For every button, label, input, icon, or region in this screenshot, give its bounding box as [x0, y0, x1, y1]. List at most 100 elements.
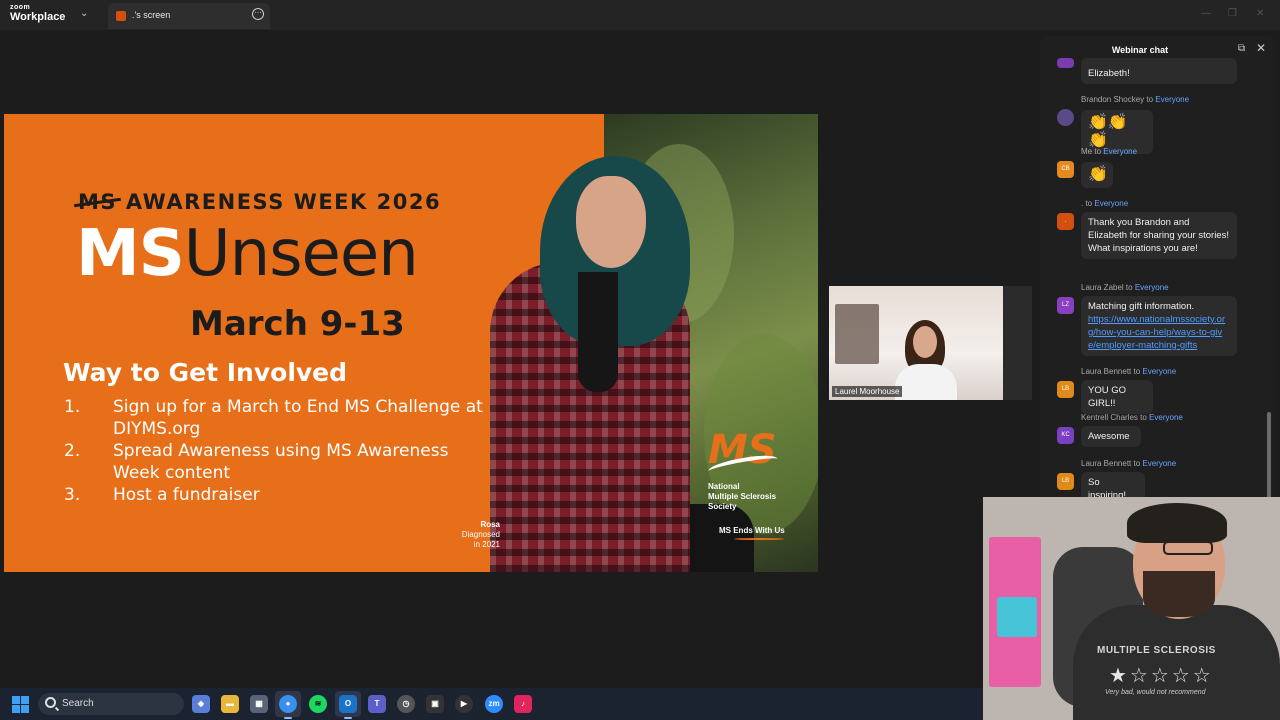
to-label: to: [1144, 95, 1156, 104]
message-text: Elizabeth!: [1088, 68, 1130, 79]
event-dates: March 9-13: [190, 304, 405, 344]
tab-title: .'s screen: [132, 10, 171, 20]
to-label: to: [1123, 283, 1135, 292]
close-icon[interactable]: ✕: [1256, 41, 1266, 55]
awareness-ms: MS: [78, 190, 118, 214]
person-figure: [578, 272, 618, 392]
taskbar: Search ◆ ▬ ▦ ● ≋ O T ◷ ▣ ▶ zm ♪: [0, 688, 983, 720]
avatar-initials: LB: [1061, 386, 1070, 392]
to-label: to: [1092, 147, 1104, 156]
caption-line1: Diagnosed: [461, 530, 500, 539]
tagline-underline: [734, 538, 784, 540]
recipient-link[interactable]: Everyone: [1149, 413, 1183, 422]
recipient-link[interactable]: Everyone: [1103, 147, 1137, 156]
step-text: Host a fundraiser: [113, 485, 260, 505]
message-text: 👏👏👏: [1088, 114, 1128, 149]
recipient-link[interactable]: Everyone: [1155, 95, 1189, 104]
restore-icon[interactable]: ❐: [1228, 8, 1237, 19]
chat-message: Thank you Brandon and Elizabeth for shar…: [1081, 212, 1237, 259]
message-sender: Laura Bennett to Everyone: [1081, 459, 1176, 468]
copilot-icon[interactable]: ◆: [192, 695, 210, 713]
windows-start-icon[interactable]: [12, 696, 29, 713]
list-item: 2. Spread Awareness using MS Awareness We…: [64, 440, 484, 484]
sender-name: Me: [1081, 147, 1093, 156]
recipient-link[interactable]: Everyone: [1142, 367, 1176, 376]
running-indicator: [344, 717, 352, 719]
matching-gift-link[interactable]: https://www.nationalmssociety.org/how-yo…: [1088, 314, 1225, 351]
avatar: CB: [1057, 161, 1074, 178]
message-text: YOU GO GIRL!!: [1088, 385, 1127, 409]
caption-line2: in 2021: [473, 540, 500, 549]
sender-name: Laura Bennett: [1081, 459, 1132, 468]
spotify-icon[interactable]: ≋: [309, 695, 327, 713]
ms-society-logo: MS National Multiple Sclerosis Society: [707, 430, 798, 512]
zoom-icon[interactable]: zm: [485, 695, 503, 713]
message-text: Thank you Brandon and Elizabeth for shar…: [1088, 217, 1229, 254]
caption-name: Rosa: [480, 520, 500, 529]
logo-line2: Multiple Sclerosis: [708, 492, 777, 501]
step-text: Spread Awareness using MS Awareness Week…: [113, 441, 449, 483]
slide-title: MSUnseen: [76, 214, 419, 294]
clock-icon[interactable]: ◷: [397, 695, 415, 713]
title-bar: zoom Workplace ⌄ .'s screen ⋯ — ❐ ✕: [0, 0, 1280, 30]
sender-name: Brandon Shockey: [1081, 95, 1145, 104]
avatar: LB: [1057, 473, 1074, 490]
message-sender: Kentrell Charles to Everyone: [1081, 413, 1183, 422]
more-options-icon[interactable]: ⋯: [252, 8, 264, 20]
avatar: LZ: [1057, 297, 1074, 314]
minimize-icon[interactable]: —: [1201, 8, 1211, 19]
message-sender: Laura Zabel to Everyone: [1081, 283, 1169, 292]
brand-small: zoom: [10, 4, 31, 11]
step-text: Sign up for a March to End MS Challenge …: [113, 397, 483, 439]
dollhouse: [997, 597, 1037, 637]
sender-name: Laura Zabel: [1081, 283, 1124, 292]
avatar-initials: .: [1064, 218, 1067, 224]
step-number: 3.: [64, 485, 81, 505]
avatar: .: [1057, 213, 1074, 230]
outlook-icon[interactable]: O: [339, 695, 357, 713]
avatar: [1057, 58, 1074, 68]
participant-video-laurel[interactable]: Laurel Moorhouse: [829, 286, 1032, 400]
capture-icon[interactable]: ▣: [426, 695, 444, 713]
popout-icon[interactable]: ⧉: [1238, 43, 1245, 54]
search-icon: [45, 697, 56, 708]
chat-title: Webinar chat: [1111, 45, 1169, 55]
media-player-icon[interactable]: ▶: [455, 695, 473, 713]
file-explorer-icon[interactable]: ▬: [221, 695, 239, 713]
avatar-initials: KC: [1061, 432, 1070, 438]
close-icon[interactable]: ✕: [1256, 8, 1264, 19]
teams-icon[interactable]: T: [368, 695, 386, 713]
scroll-thumb[interactable]: [1267, 412, 1271, 502]
shirt-stars: ★☆☆☆☆: [1109, 665, 1214, 687]
avatar: LB: [1057, 381, 1074, 398]
to-label: to: [1131, 459, 1143, 468]
self-view-video[interactable]: MULTIPLE SCLEROSIS ★☆☆☆☆ Very bad, would…: [983, 497, 1280, 720]
participant-figure: [913, 326, 937, 358]
message-sender: Brandon Shockey to Everyone: [1081, 95, 1189, 104]
message-text: Matching gift information.: [1088, 301, 1195, 312]
chat-scrollbar[interactable]: [1266, 62, 1272, 502]
person-figure: [576, 176, 646, 268]
calculator-icon[interactable]: ▦: [250, 695, 268, 713]
step-number: 1.: [64, 397, 81, 417]
recipient-link[interactable]: Everyone: [1094, 199, 1128, 208]
person-figure: [1143, 571, 1215, 617]
avatar-initials: LZ: [1061, 302, 1069, 308]
participant-name: Laurel Moorhouse: [832, 386, 903, 397]
chrome-icon[interactable]: ●: [279, 695, 297, 713]
tab-shared-screen[interactable]: .'s screen ⋯: [108, 3, 270, 29]
recipient-link[interactable]: Everyone: [1135, 283, 1169, 292]
message-sender: Me to Everyone: [1081, 147, 1137, 156]
shirt-review: Very bad, would not recommend: [1105, 689, 1206, 696]
taskbar-search[interactable]: Search: [38, 693, 184, 715]
chevron-down-icon[interactable]: ⌄: [80, 8, 88, 19]
to-label: to: [1131, 367, 1143, 376]
chat-message: YOU GO GIRL!!: [1081, 380, 1153, 414]
tiktok-icon[interactable]: ♪: [514, 695, 532, 713]
photo-caption: Rosa Diagnosed in 2021: [434, 520, 500, 550]
message-text: 👏: [1088, 166, 1108, 183]
recipient-link[interactable]: Everyone: [1142, 459, 1176, 468]
zoom-workplace-logo[interactable]: zoom Workplace: [10, 4, 65, 23]
logo-line3: Society: [708, 502, 737, 511]
message-sender: Laura Bennett to Everyone: [1081, 367, 1176, 376]
